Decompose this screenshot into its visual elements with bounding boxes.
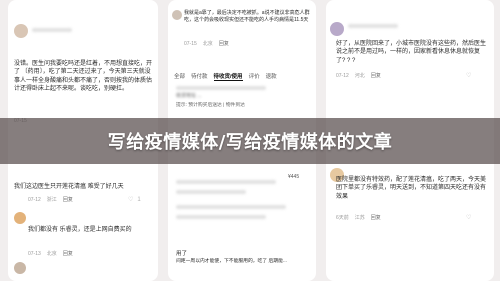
- comment-location: 北京: [46, 251, 57, 257]
- username-placeholder: [32, 28, 72, 32]
- tab-pending-receipt[interactable]: 待收货/使用: [213, 72, 243, 81]
- like-group[interactable]: ♡ 1: [128, 196, 141, 204]
- comment-text: 我们这边医生只开莲花清瘟 难受了好几天: [14, 184, 124, 190]
- like-group[interactable]: ♡: [466, 214, 471, 221]
- comment-time: 07-12: [336, 72, 349, 79]
- reply-button[interactable]: 回复: [371, 214, 381, 221]
- heart-icon: ♡: [466, 215, 472, 221]
- order-line: [176, 180, 276, 184]
- order-line: [176, 86, 266, 90]
- comment-text: 好了，从医院回来了，小城市医院没有这些药，然后医生说之前不是用过吗，一样的，因家…: [336, 41, 487, 64]
- order-tabs: 全部 待付款 待收货/使用 评价 退款: [174, 72, 277, 81]
- price-badge: ¥445: [288, 174, 300, 180]
- like-group[interactable]: ♡: [466, 72, 471, 79]
- comment-time: 07-13: [28, 250, 41, 257]
- like-count: 1: [137, 196, 141, 203]
- comment-meta: 07-12 河北 回复: [336, 72, 381, 80]
- comment-label: 用了: [176, 251, 188, 257]
- avatar[interactable]: [14, 212, 26, 224]
- avatar[interactable]: [14, 262, 26, 274]
- comment-meta: 07-15 北京 回复: [184, 40, 229, 48]
- order-line: [176, 190, 246, 194]
- comment-meta: 07-12 浙江 回复: [28, 196, 73, 204]
- comment-location: 河北: [354, 73, 365, 79]
- tab-refund[interactable]: 退款: [266, 72, 277, 81]
- comment-text: 没错。医生问我要吃吗还是红着，不用想直接吃，开了 〔药用〕，吃了第二天还过来了，…: [14, 61, 153, 93]
- comment-location: 江苏: [354, 215, 365, 221]
- comment-time: 07-15: [184, 40, 197, 47]
- tab-pending-payment[interactable]: 待付款: [191, 72, 208, 81]
- comment-text: 间距一周以内才能使，下不能服用的，吃了 后期能...: [176, 259, 287, 264]
- heart-icon: ♡: [128, 197, 134, 203]
- avatar[interactable]: [172, 10, 182, 20]
- comment-meta: 6天前 江苏 回复: [336, 214, 381, 221]
- heart-icon: ♡: [466, 73, 472, 79]
- comment-time: 07-12: [28, 196, 41, 203]
- reply-button[interactable]: 回复: [63, 250, 73, 257]
- reply-button[interactable]: 回复: [63, 196, 73, 203]
- order-line: [176, 205, 286, 209]
- comment-location: 北京: [202, 41, 213, 47]
- reply-button[interactable]: 回复: [371, 72, 381, 79]
- tab-all[interactable]: 全部: [174, 72, 185, 81]
- avatar[interactable]: [330, 22, 344, 36]
- comment-text: 我就是a靠了，最后决定不吃被抓。a说不建议非高危人群吃，这个药会吸收现实但还不能…: [184, 10, 310, 23]
- order-notice: 提示: 预计购买后送达 | 物件到达: [176, 103, 245, 108]
- comment-text: 医院里都没有特效药，配了莲花清瘟，吃了两天，今天美团下单买了乐睿灵，明天送到，不…: [336, 177, 487, 200]
- comment-meta: 07-13 北京 回复: [28, 250, 73, 258]
- reply-button[interactable]: 回复: [219, 40, 229, 47]
- avatar[interactable]: [14, 24, 28, 38]
- comment-time: 6天前: [336, 215, 349, 221]
- comment-text: 我们都没有 乐睿灵，还是上网自费买的: [28, 227, 132, 233]
- order-address: 收货地址 ...: [176, 93, 202, 99]
- order-line: [176, 215, 266, 219]
- page-title: 写给疫情媒体/写给疫情媒体的文章: [107, 132, 393, 153]
- comment-location: 浙江: [46, 197, 57, 203]
- title-banner: 写给疫情媒体/写给疫情媒体的文章: [0, 118, 500, 164]
- tab-review[interactable]: 评价: [249, 72, 260, 81]
- username-placeholder: [348, 24, 398, 28]
